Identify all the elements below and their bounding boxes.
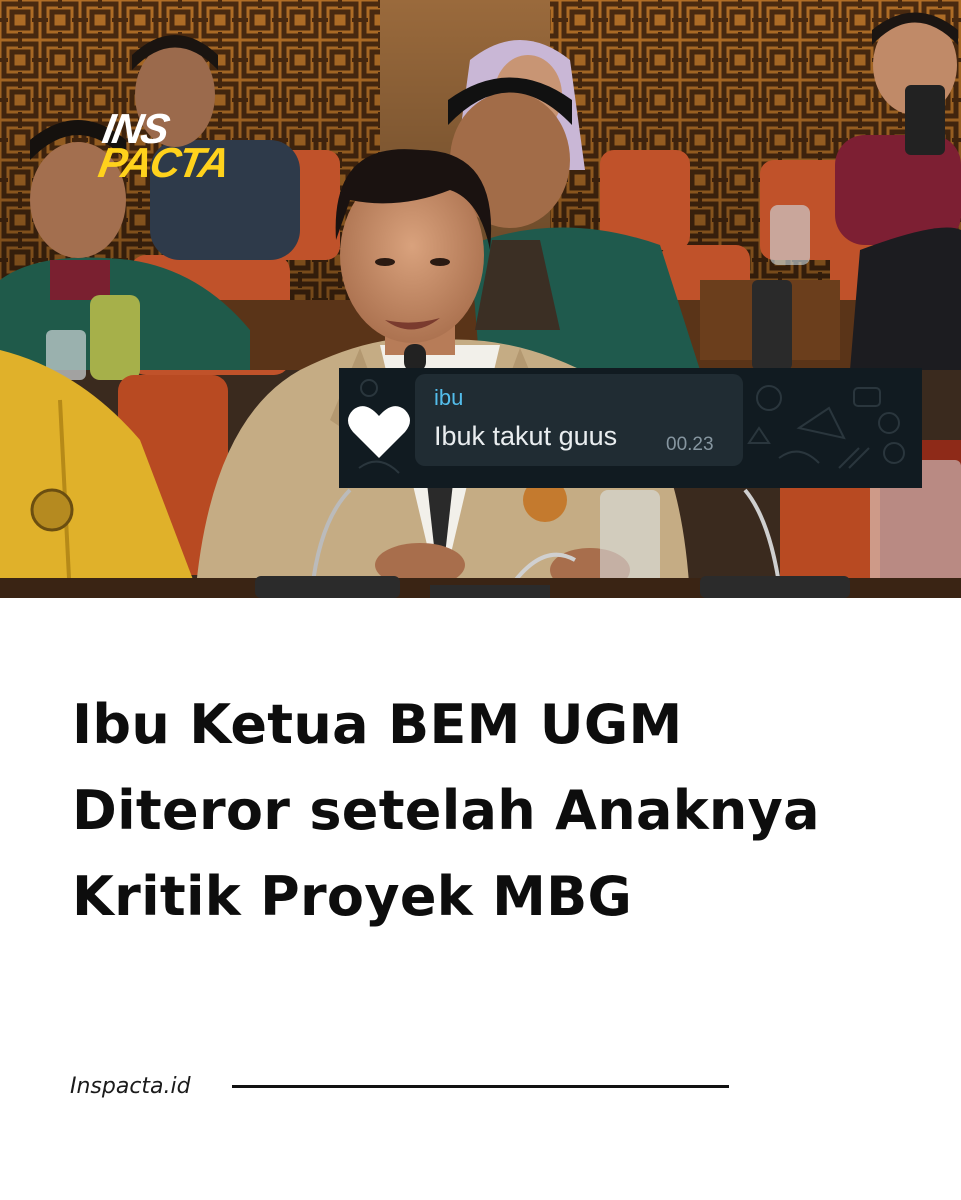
hearing-room-scene xyxy=(0,0,961,598)
headline: Ibu Ketua BEM UGM Diteror setelah Anakny… xyxy=(72,682,932,940)
logo-line-2: PACTA xyxy=(95,139,232,186)
footer-divider-line xyxy=(232,1085,729,1088)
headline-line-2: Diteror setelah Anaknya xyxy=(72,779,820,842)
heart-icon xyxy=(348,406,410,458)
source-label: Inspacta.id xyxy=(70,1074,191,1099)
chat-sender-name: ibu xyxy=(434,385,464,410)
headline-line-3: Kritik Proyek MBG xyxy=(72,865,633,928)
chat-message-text: Ibuk takut guus xyxy=(434,421,618,451)
inspacta-logo: INS PACTA xyxy=(89,105,273,186)
chat-message-bubble: ibu Ibuk takut guus 00.23 xyxy=(415,374,743,466)
chat-message-time: 00.23 xyxy=(666,434,714,455)
news-photo xyxy=(0,0,961,598)
chat-screenshot: ibu Ibuk takut guus 00.23 xyxy=(339,368,922,488)
headline-line-1: Ibu Ketua BEM UGM xyxy=(72,693,683,756)
